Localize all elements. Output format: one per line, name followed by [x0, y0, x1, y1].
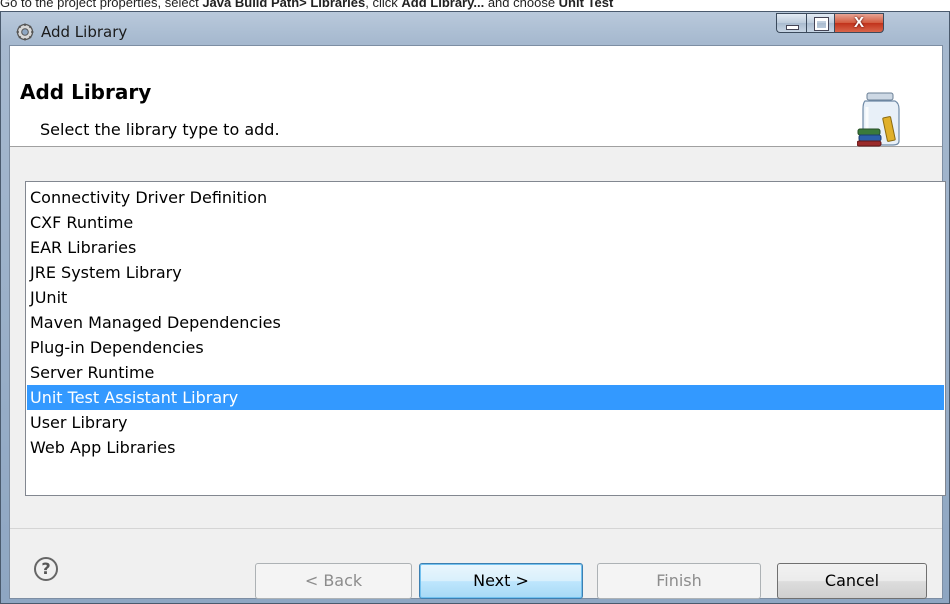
window-title: Add Library: [41, 23, 128, 41]
instruction-build-path: Java Build Path> Libraries: [202, 0, 366, 10]
list-item[interactable]: User Library: [27, 410, 944, 435]
finish-button[interactable]: Finish: [597, 563, 761, 599]
footer-separator: [10, 528, 942, 529]
wizard-title: Add Library: [20, 80, 152, 104]
library-jar-icon: [857, 92, 900, 147]
list-item[interactable]: CXF Runtime: [27, 210, 944, 235]
instruction-mid1: , click: [365, 0, 402, 10]
library-type-list[interactable]: Connectivity Driver Definition CXF Runti…: [25, 181, 946, 496]
list-item[interactable]: Web App Libraries: [27, 435, 944, 460]
instruction-mid2: and choose: [484, 0, 559, 10]
list-item[interactable]: Plug-in Dependencies: [27, 335, 944, 360]
help-icon[interactable]: ?: [34, 557, 58, 581]
list-item[interactable]: EAR Libraries: [27, 235, 944, 260]
wizard-header: Add Library Select the library type to a…: [10, 46, 942, 147]
next-button[interactable]: Next >: [419, 563, 583, 599]
dialog-client-area: Add Library Select the library type to a…: [9, 45, 946, 599]
back-button[interactable]: < Back: [255, 563, 412, 599]
instruction-add-library: Add Library...: [401, 0, 485, 10]
wizard-description: Select the library type to add.: [40, 120, 280, 139]
list-item[interactable]: Connectivity Driver Definition: [27, 185, 944, 210]
add-library-dialog: Add Library X Add Library Select the lib…: [0, 11, 950, 604]
instruction-unit-test: Unit Test: [558, 0, 614, 10]
close-button[interactable]: X: [834, 13, 884, 33]
list-item[interactable]: Server Runtime: [27, 360, 944, 385]
list-item[interactable]: Maven Managed Dependencies: [27, 310, 944, 335]
minimize-button[interactable]: [776, 13, 806, 33]
instruction-prefix: Go to the project properties, select: [0, 0, 203, 10]
cancel-button[interactable]: Cancel: [777, 563, 927, 599]
list-item-selected[interactable]: Unit Test Assistant Library: [27, 385, 944, 410]
maximize-button[interactable]: [806, 13, 834, 33]
close-icon: X: [853, 14, 864, 31]
title-bar[interactable]: Add Library X: [1, 12, 949, 46]
list-item[interactable]: JUnit: [27, 285, 944, 310]
eclipse-gear-icon: [16, 23, 34, 41]
list-item[interactable]: JRE System Library: [27, 260, 944, 285]
instruction-text: Go to the project properties, select Jav…: [0, 0, 950, 11]
